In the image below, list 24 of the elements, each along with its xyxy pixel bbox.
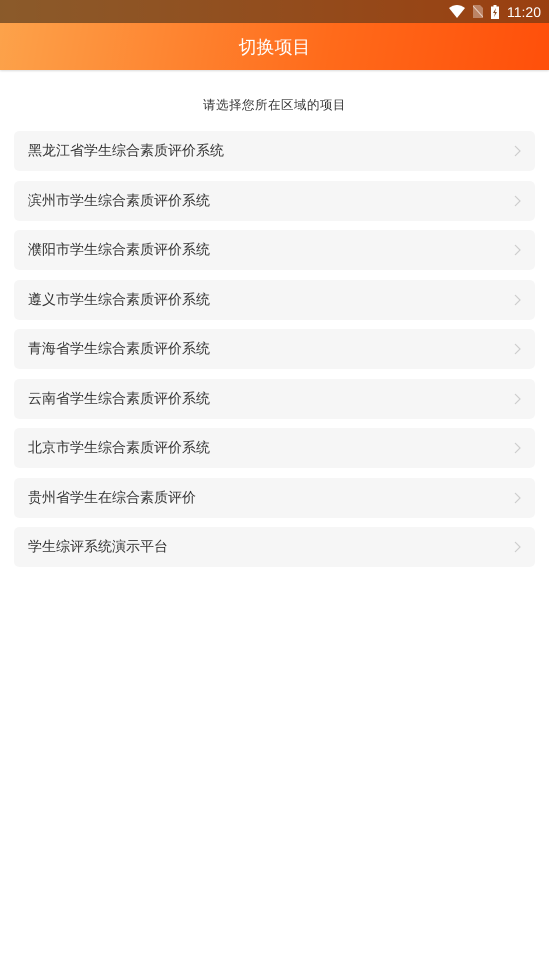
chevron-right-icon <box>514 294 521 306</box>
chevron-right-icon <box>514 244 521 256</box>
project-item[interactable]: 云南省学生综合素质评价系统 <box>14 378 535 418</box>
chevron-right-icon <box>514 392 521 404</box>
chevron-right-icon <box>514 442 521 454</box>
project-item[interactable]: 遵义市学生综合素质评价系统 <box>14 280 535 320</box>
battery-charging-icon <box>491 4 499 18</box>
no-sim-icon <box>473 5 483 18</box>
project-item[interactable]: 学生综评系统演示平台 <box>14 527 535 567</box>
clock-time: 11:20 <box>507 4 541 20</box>
project-item[interactable]: 青海省学生综合素质评价系统 <box>14 329 535 369</box>
chevron-right-icon <box>514 492 521 504</box>
project-item[interactable]: 滨州市学生综合素质评价系统 <box>14 180 535 220</box>
chevron-right-icon <box>514 541 521 553</box>
project-item[interactable]: 濮阳市学生综合素质评价系统 <box>14 230 535 270</box>
chevron-right-icon <box>514 145 521 157</box>
project-item[interactable]: 贵州省学生在综合素质评价 <box>14 478 535 518</box>
chevron-right-icon <box>514 194 521 206</box>
wifi-icon <box>449 5 465 18</box>
project-item[interactable]: 黑龙江省学生综合素质评价系统 <box>14 131 535 171</box>
page-title: 切换项目 <box>238 36 310 58</box>
project-item[interactable]: 北京市学生综合素质评价系统 <box>14 428 535 468</box>
prompt-text: 请选择您所在区域的项目 <box>202 97 347 114</box>
chevron-right-icon <box>514 343 521 355</box>
